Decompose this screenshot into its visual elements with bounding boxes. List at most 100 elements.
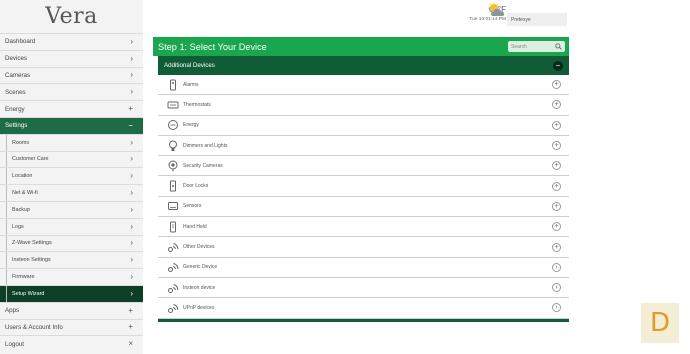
card-header: Step 1: Select Your Device Search [153,37,569,56]
remote-icon [167,221,179,233]
sensor-icon [167,200,179,212]
chevron-right-icon: › [130,36,133,46]
add-icon[interactable]: + [552,141,561,151]
sidebar-item-label: Rooms [12,139,30,146]
sidebar-item-label: Devices [5,55,28,63]
device-row-left: Hand Held [167,221,207,233]
device-row-sensors[interactable]: Sensors + [158,197,569,218]
sidebar-item-energy[interactable]: Energy + [0,100,143,117]
logo[interactable]: Vera [0,0,143,33]
minus-icon: − [128,120,133,130]
chevron-right-icon: › [130,137,133,147]
device-row-thermostats[interactable]: Thermostats + [158,95,569,116]
add-icon[interactable]: + [552,100,561,110]
section-label: Additional Devices [164,62,215,69]
close-icon: × [128,339,133,349]
add-icon[interactable]: + [552,201,561,211]
sidebar-item-label: Apps [5,307,20,315]
device-row-left: Dimmers and Lights [167,140,227,152]
user-name: Pretexye [511,17,531,23]
chevron-right-icon: › [130,204,133,214]
sidebar-item-customer-care[interactable]: Customer Care › [0,150,143,168]
wireless-icon [167,302,179,314]
device-row-left: Security Cameras [167,160,223,172]
chevron-right-icon: › [130,53,133,63]
device-row-left: Door Locks [167,180,208,192]
sidebar-item-insteon-settings[interactable]: Insteon Settings › [0,251,143,268]
sidebar-item-label: Settings [5,122,28,130]
sidebar-item-label: Z-Wave Settings [12,240,52,247]
lock-icon [167,180,179,192]
device-row-insteon-device[interactable]: Insteon device › [158,278,569,299]
collapse-icon[interactable]: − [553,60,563,71]
sidebar-item-backup[interactable]: Backup › [0,200,143,218]
sidebar-item-logout[interactable]: Logout × [0,335,143,352]
d-badge[interactable]: D [641,303,679,343]
search-placeholder: Search [511,43,527,50]
sidebar-item-label: Scenes [5,88,26,96]
setup-wizard-card: Step 1: Select Your Device Search Additi… [153,37,569,324]
device-row-door-locks[interactable]: Door Locks + [158,176,569,197]
device-row-security-cameras[interactable]: Security Cameras + [158,156,569,177]
thermostat-icon [167,99,179,111]
section-header[interactable]: Additional Devices − [158,56,569,75]
sidebar-item-label: Net & Wi-fi [12,190,38,197]
device-row-other-devices[interactable]: Other Devices + [158,237,569,258]
sidebar-item-label: Customer Care [12,156,49,163]
chevron-right-icon: › [130,288,133,298]
device-row-energy[interactable]: Energy + [158,116,569,136]
user-menu[interactable]: Pretexye [507,13,567,26]
plus-icon: + [128,104,133,114]
sidebar-item-devices[interactable]: Devices › [0,49,143,67]
energy-icon [167,119,179,131]
sidebar-item-dashboard[interactable]: Dashboard › [0,33,143,50]
sidebar-item-scenes[interactable]: Scenes › [0,83,143,100]
sidebar-item-location[interactable]: Location › [0,167,143,184]
sidebar-item-setup-wizard[interactable]: Setup Wizard › [0,284,143,302]
device-row-hand-held[interactable]: Hand Held + [158,217,569,238]
device-row-upnp-devices[interactable]: UPnP devices › [158,298,569,319]
logo-text: Vera [45,4,98,29]
search-input[interactable]: Search [508,41,565,52]
add-icon[interactable]: + [552,161,561,171]
chevron-right-icon[interactable]: › [552,303,561,313]
device-label: Door Locks [183,183,209,190]
camera-icon [167,160,179,172]
add-icon[interactable]: + [552,80,561,90]
device-list: Alarms + Thermostats + Energy + Dimmers and Li… [158,75,569,319]
device-row-generic-device[interactable]: Generic Device › [158,258,569,278]
sidebar-item-users-account-info[interactable]: Users & Account Info + [0,318,143,336]
chevron-right-icon: › [130,70,133,80]
device-row-left: UPnP devices [167,302,214,314]
device-row-alarms[interactable]: Alarms + [158,75,569,96]
device-label: Dimmers and Lights [183,142,228,149]
sidebar-item-rooms[interactable]: Rooms › [0,133,143,151]
sidebar-item-label: Users & Account Info [5,323,63,331]
device-row-dimmers-and-lights[interactable]: Dimmers and Lights + [158,136,569,157]
sidebar-item-net-wi-fi[interactable]: Net & Wi-fi › [0,184,143,201]
sidebar-item-apps[interactable]: Apps + [0,301,143,319]
wireless-icon [167,241,179,253]
chevron-right-icon[interactable]: › [552,283,561,293]
chevron-right-icon[interactable]: › [552,262,561,272]
plus-icon: + [128,322,133,332]
sidebar-item-label: Firmware [12,274,35,281]
chevron-right-icon: › [130,272,133,282]
sidebar-item-cameras[interactable]: Cameras › [0,66,143,84]
sidebar-item-logs[interactable]: Logs › [0,217,143,235]
chevron-right-icon: › [130,188,133,198]
add-icon[interactable]: + [552,222,561,232]
add-icon[interactable]: + [552,120,561,130]
device-label: Thermostats [183,101,211,108]
page: Vera Dashboard › Devices › Cameras › Scenes › En… [0,0,690,354]
sidebar-item-z-wave-settings[interactable]: Z-Wave Settings › [0,234,143,252]
wireless-icon [167,261,179,273]
chevron-right-icon: › [130,221,133,231]
add-icon[interactable]: + [552,242,561,252]
device-label: Insteon device [183,284,216,291]
partly-cloudy-icon [488,2,505,16]
device-label: Hand Held [183,223,207,230]
sidebar-item-settings[interactable]: Settings − [0,116,143,134]
sidebar-item-firmware[interactable]: Firmware › [0,268,143,285]
add-icon[interactable]: + [552,181,561,191]
